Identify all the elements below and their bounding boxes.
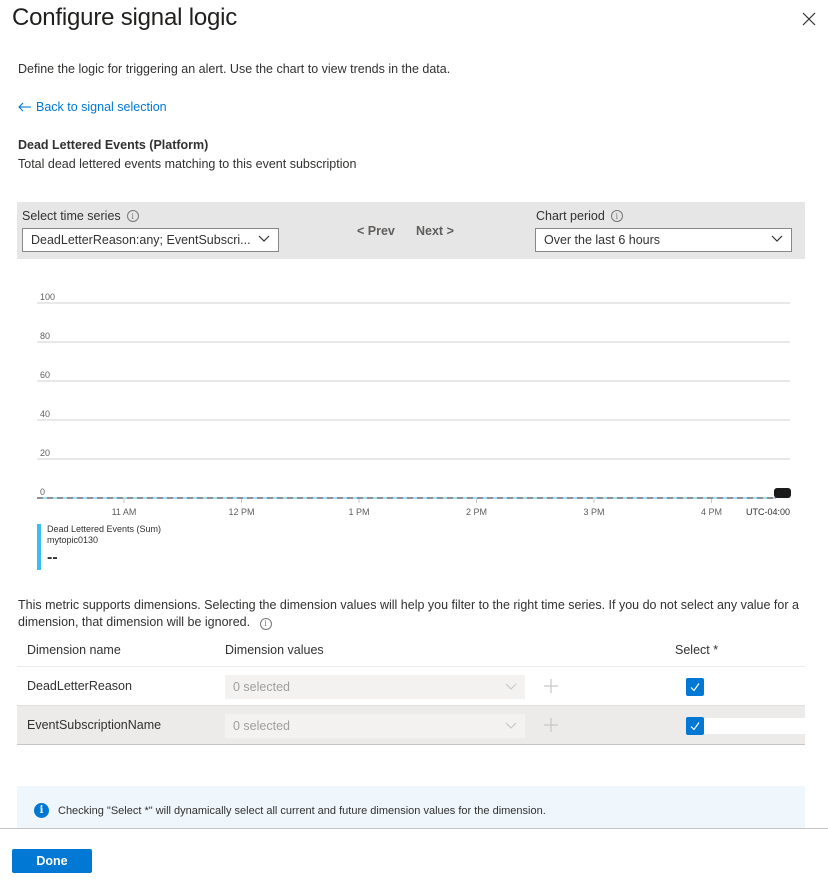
y-tick-label: 20 [40,448,50,458]
x-tick-label: 4 PM [701,507,722,517]
x-tick-label: 1 PM [348,507,369,517]
chart-legend[interactable]: Dead Lettered Events (Sum) mytopic0130 -… [37,524,161,570]
chevron-down-icon [505,722,517,729]
header-dimension-name: Dimension name [27,643,121,657]
add-value-icon[interactable] [542,677,560,695]
chart-period-select[interactable]: Over the last 6 hours [535,228,792,252]
info-message-bar: i Checking "Select *" will dynamically s… [17,786,805,828]
dimension-name: EventSubscriptionName [27,718,162,732]
panel-title: Configure signal logic [12,4,238,31]
dimension-values-text: 0 selected [233,680,290,694]
close-icon[interactable] [800,10,818,28]
signal-name: Dead Lettered Events (Platform) [18,138,209,152]
dimensions-intro-text: This metric supports dimensions. Selecti… [18,598,799,629]
dimension-values-text: 0 selected [233,719,290,733]
prev-button[interactable]: < Prev [357,224,395,238]
y-tick-label: 80 [40,331,50,341]
panel-description: Define the logic for triggering an alert… [18,62,451,76]
next-button[interactable]: Next > [416,224,454,238]
x-tick-label: 12 PM [228,507,254,517]
y-tick-label: 40 [40,409,50,419]
chart-period-label-group: Chart period i [536,209,623,223]
dimensions-table: Dimension name Dimension values Select *… [17,637,805,745]
y-tick-label: 0 [40,487,45,497]
info-icon: i [34,803,49,818]
back-link-label: Back to signal selection [36,100,167,114]
dimension-name: DeadLetterReason [27,679,132,693]
time-series-label: Select time series [22,209,121,223]
dimension-row: DeadLetterReason 0 selected [17,667,805,706]
time-series-label-group: Select time series i [22,209,139,223]
dimension-row: EventSubscriptionName 0 selected [17,706,805,745]
checkmark-icon [690,683,700,692]
time-series-value: DeadLetterReason:any; EventSubscri... [31,233,251,247]
chevron-down-icon [771,235,783,242]
dimensions-table-header: Dimension name Dimension values Select * [17,637,805,667]
chart-period-value: Over the last 6 hours [544,233,661,247]
info-message-text: Checking "Select *" will dynamically sel… [58,805,546,817]
info-icon[interactable]: i [126,210,139,222]
add-value-icon[interactable] [542,716,560,734]
chart-toolbar: Select time series i DeadLetterReason:an… [17,202,805,259]
dimension-values-dropdown[interactable]: 0 selected [225,714,525,738]
legend-resource-name: mytopic0130 [47,535,99,545]
time-series-select[interactable]: DeadLetterReason:any; EventSubscri... [22,228,279,252]
y-tick-label: 60 [40,370,50,380]
done-button[interactable]: Done [12,849,92,873]
header-select-all: Select * [675,643,719,657]
dimension-values-dropdown[interactable]: 0 selected [225,675,525,699]
select-all-checkbox[interactable] [686,717,704,735]
chart-period-label: Chart period [536,209,605,223]
x-tick-label: 2 PM [466,507,487,517]
legend-value: -- [47,549,58,566]
footer-divider [0,828,828,829]
legend-series-name: Dead Lettered Events (Sum) [47,524,162,534]
chart-end-marker [774,488,791,498]
arrow-left-icon [18,102,31,112]
chevron-down-icon [505,683,517,690]
dimensions-intro: This metric supports dimensions. Selecti… [18,597,808,631]
checkbox-row-highlight [704,718,805,734]
info-icon[interactable]: i [610,210,623,222]
header-dimension-values: Dimension values [225,643,324,657]
y-tick-label: 100 [40,292,55,302]
x-tick-label: 11 AM [112,507,137,517]
metric-chart[interactable]: 100 80 60 40 20 0 11 AM 12 PM 1 PM 2 PM 3 PM 4 PM UT… [0,280,828,520]
signal-description: Total dead lettered events matching to t… [18,157,357,171]
x-tick-label: 3 PM [583,507,604,517]
info-icon[interactable]: i [259,617,272,630]
select-all-checkbox[interactable] [686,678,704,696]
checkmark-icon [690,722,700,731]
timezone-label: UTC-04:00 [746,507,790,517]
chevron-down-icon [258,235,270,242]
back-to-signal-selection-link[interactable]: Back to signal selection [18,100,167,114]
